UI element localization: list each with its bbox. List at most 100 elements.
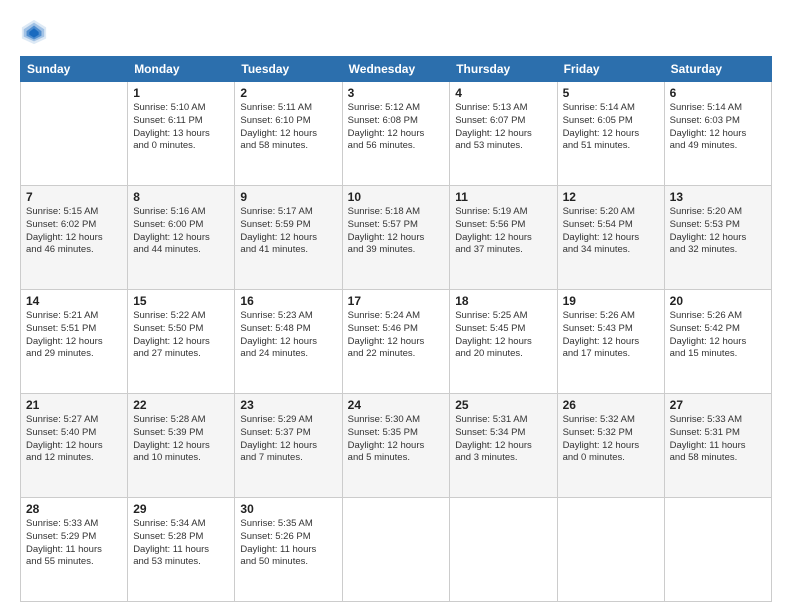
calendar-table: SundayMondayTuesdayWednesdayThursdayFrid… [20, 56, 772, 602]
column-header-tuesday: Tuesday [235, 57, 342, 82]
day-cell: 15 Sunrise: 5:22 AM Sunset: 5:50 PM Dayli… [128, 290, 235, 394]
day-cell: 10 Sunrise: 5:18 AM Sunset: 5:57 PM Dayli… [342, 186, 450, 290]
day-info: Sunrise: 5:20 AM Sunset: 5:53 PM Dayligh… [670, 206, 766, 257]
day-info: Sunrise: 5:30 AM Sunset: 5:35 PM Dayligh… [348, 414, 445, 465]
day-number: 11 [455, 190, 551, 204]
column-header-thursday: Thursday [450, 57, 557, 82]
day-number: 9 [240, 190, 336, 204]
day-cell: 22 Sunrise: 5:28 AM Sunset: 5:39 PM Dayli… [128, 394, 235, 498]
day-info: Sunrise: 5:34 AM Sunset: 5:28 PM Dayligh… [133, 518, 229, 569]
day-number: 15 [133, 294, 229, 308]
day-cell: 24 Sunrise: 5:30 AM Sunset: 5:35 PM Dayli… [342, 394, 450, 498]
day-cell: 23Sunrise: 5:29 AM Sunset: 5:37 PM Dayli… [235, 394, 342, 498]
day-info: Sunrise: 5:33 AM Sunset: 5:29 PM Dayligh… [26, 518, 122, 569]
column-header-saturday: Saturday [664, 57, 771, 82]
day-info: Sunrise: 5:29 AM Sunset: 5:37 PM Dayligh… [240, 414, 336, 465]
day-cell: 21 Sunrise: 5:27 AM Sunset: 5:40 PM Dayli… [21, 394, 128, 498]
day-info: Sunrise: 5:24 AM Sunset: 5:46 PM Dayligh… [348, 310, 445, 361]
day-number: 5 [563, 86, 659, 100]
day-cell [21, 82, 128, 186]
day-info: Sunrise: 5:14 AM Sunset: 6:05 PM Dayligh… [563, 102, 659, 153]
day-info: Sunrise: 5:12 AM Sunset: 6:08 PM Dayligh… [348, 102, 445, 153]
day-cell: 2 Sunrise: 5:11 AM Sunset: 6:10 PM Daylig… [235, 82, 342, 186]
day-cell: 25 Sunrise: 5:31 AM Sunset: 5:34 PM Dayli… [450, 394, 557, 498]
week-row-2: 7 Sunrise: 5:15 AM Sunset: 6:02 PM Daylig… [21, 186, 772, 290]
day-cell: 3 Sunrise: 5:12 AM Sunset: 6:08 PM Daylig… [342, 82, 450, 186]
day-info: Sunrise: 5:32 AM Sunset: 5:32 PM Dayligh… [563, 414, 659, 465]
day-number: 3 [348, 86, 445, 100]
day-cell: 14Sunrise: 5:21 AM Sunset: 5:51 PM Dayli… [21, 290, 128, 394]
day-info: Sunrise: 5:11 AM Sunset: 6:10 PM Dayligh… [240, 102, 336, 153]
day-number: 2 [240, 86, 336, 100]
day-info: Sunrise: 5:16 AM Sunset: 6:00 PM Dayligh… [133, 206, 229, 257]
day-number: 4 [455, 86, 551, 100]
day-info: Sunrise: 5:14 AM Sunset: 6:03 PM Dayligh… [670, 102, 766, 153]
day-number: 29 [133, 502, 229, 516]
page: SundayMondayTuesdayWednesdayThursdayFrid… [0, 0, 792, 612]
day-cell: 28 Sunrise: 5:33 AM Sunset: 5:29 PM Dayli… [21, 498, 128, 602]
day-cell: 1Sunrise: 5:10 AM Sunset: 6:11 PM Daylig… [128, 82, 235, 186]
day-info: Sunrise: 5:27 AM Sunset: 5:40 PM Dayligh… [26, 414, 122, 465]
column-header-wednesday: Wednesday [342, 57, 450, 82]
day-cell: 13Sunrise: 5:20 AM Sunset: 5:53 PM Dayli… [664, 186, 771, 290]
week-row-1: 1Sunrise: 5:10 AM Sunset: 6:11 PM Daylig… [21, 82, 772, 186]
day-number: 7 [26, 190, 122, 204]
day-number: 12 [563, 190, 659, 204]
day-cell [664, 498, 771, 602]
day-number: 25 [455, 398, 551, 412]
day-number: 28 [26, 502, 122, 516]
day-cell [342, 498, 450, 602]
day-info: Sunrise: 5:23 AM Sunset: 5:48 PM Dayligh… [240, 310, 336, 361]
day-cell: 7 Sunrise: 5:15 AM Sunset: 6:02 PM Daylig… [21, 186, 128, 290]
day-number: 21 [26, 398, 122, 412]
calendar-body: 1Sunrise: 5:10 AM Sunset: 6:11 PM Daylig… [21, 82, 772, 602]
day-info: Sunrise: 5:33 AM Sunset: 5:31 PM Dayligh… [670, 414, 766, 465]
day-info: Sunrise: 5:15 AM Sunset: 6:02 PM Dayligh… [26, 206, 122, 257]
day-number: 30 [240, 502, 336, 516]
week-row-5: 28 Sunrise: 5:33 AM Sunset: 5:29 PM Dayli… [21, 498, 772, 602]
day-cell: 11 Sunrise: 5:19 AM Sunset: 5:56 PM Dayli… [450, 186, 557, 290]
day-info: Sunrise: 5:35 AM Sunset: 5:26 PM Dayligh… [240, 518, 336, 569]
day-cell: 8 Sunrise: 5:16 AM Sunset: 6:00 PM Daylig… [128, 186, 235, 290]
day-cell: 30 Sunrise: 5:35 AM Sunset: 5:26 PM Dayli… [235, 498, 342, 602]
week-row-4: 21 Sunrise: 5:27 AM Sunset: 5:40 PM Dayli… [21, 394, 772, 498]
week-row-3: 14Sunrise: 5:21 AM Sunset: 5:51 PM Dayli… [21, 290, 772, 394]
logo-icon [20, 18, 48, 46]
day-info: Sunrise: 5:28 AM Sunset: 5:39 PM Dayligh… [133, 414, 229, 465]
day-cell [557, 498, 664, 602]
day-number: 10 [348, 190, 445, 204]
column-header-monday: Monday [128, 57, 235, 82]
day-cell: 9 Sunrise: 5:17 AM Sunset: 5:59 PM Daylig… [235, 186, 342, 290]
day-number: 26 [563, 398, 659, 412]
day-number: 24 [348, 398, 445, 412]
day-number: 22 [133, 398, 229, 412]
day-cell: 26 Sunrise: 5:32 AM Sunset: 5:32 PM Dayli… [557, 394, 664, 498]
day-info: Sunrise: 5:31 AM Sunset: 5:34 PM Dayligh… [455, 414, 551, 465]
day-cell: 6 Sunrise: 5:14 AM Sunset: 6:03 PM Daylig… [664, 82, 771, 186]
day-info: Sunrise: 5:10 AM Sunset: 6:11 PM Dayligh… [133, 102, 229, 153]
day-number: 6 [670, 86, 766, 100]
day-cell: 29 Sunrise: 5:34 AM Sunset: 5:28 PM Dayli… [128, 498, 235, 602]
day-info: Sunrise: 5:22 AM Sunset: 5:50 PM Dayligh… [133, 310, 229, 361]
day-cell: 4 Sunrise: 5:13 AM Sunset: 6:07 PM Daylig… [450, 82, 557, 186]
day-cell: 16Sunrise: 5:23 AM Sunset: 5:48 PM Dayli… [235, 290, 342, 394]
day-info: Sunrise: 5:13 AM Sunset: 6:07 PM Dayligh… [455, 102, 551, 153]
day-info: Sunrise: 5:18 AM Sunset: 5:57 PM Dayligh… [348, 206, 445, 257]
day-number: 20 [670, 294, 766, 308]
day-info: Sunrise: 5:25 AM Sunset: 5:45 PM Dayligh… [455, 310, 551, 361]
day-number: 18 [455, 294, 551, 308]
day-info: Sunrise: 5:26 AM Sunset: 5:43 PM Dayligh… [563, 310, 659, 361]
day-cell: 27Sunrise: 5:33 AM Sunset: 5:31 PM Dayli… [664, 394, 771, 498]
day-cell: 20 Sunrise: 5:26 AM Sunset: 5:42 PM Dayli… [664, 290, 771, 394]
day-info: Sunrise: 5:17 AM Sunset: 5:59 PM Dayligh… [240, 206, 336, 257]
column-header-friday: Friday [557, 57, 664, 82]
day-number: 14 [26, 294, 122, 308]
day-cell: 17Sunrise: 5:24 AM Sunset: 5:46 PM Dayli… [342, 290, 450, 394]
day-cell: 19Sunrise: 5:26 AM Sunset: 5:43 PM Dayli… [557, 290, 664, 394]
header [20, 18, 772, 46]
day-info: Sunrise: 5:26 AM Sunset: 5:42 PM Dayligh… [670, 310, 766, 361]
calendar-header: SundayMondayTuesdayWednesdayThursdayFrid… [21, 57, 772, 82]
day-info: Sunrise: 5:19 AM Sunset: 5:56 PM Dayligh… [455, 206, 551, 257]
day-cell [450, 498, 557, 602]
day-number: 8 [133, 190, 229, 204]
